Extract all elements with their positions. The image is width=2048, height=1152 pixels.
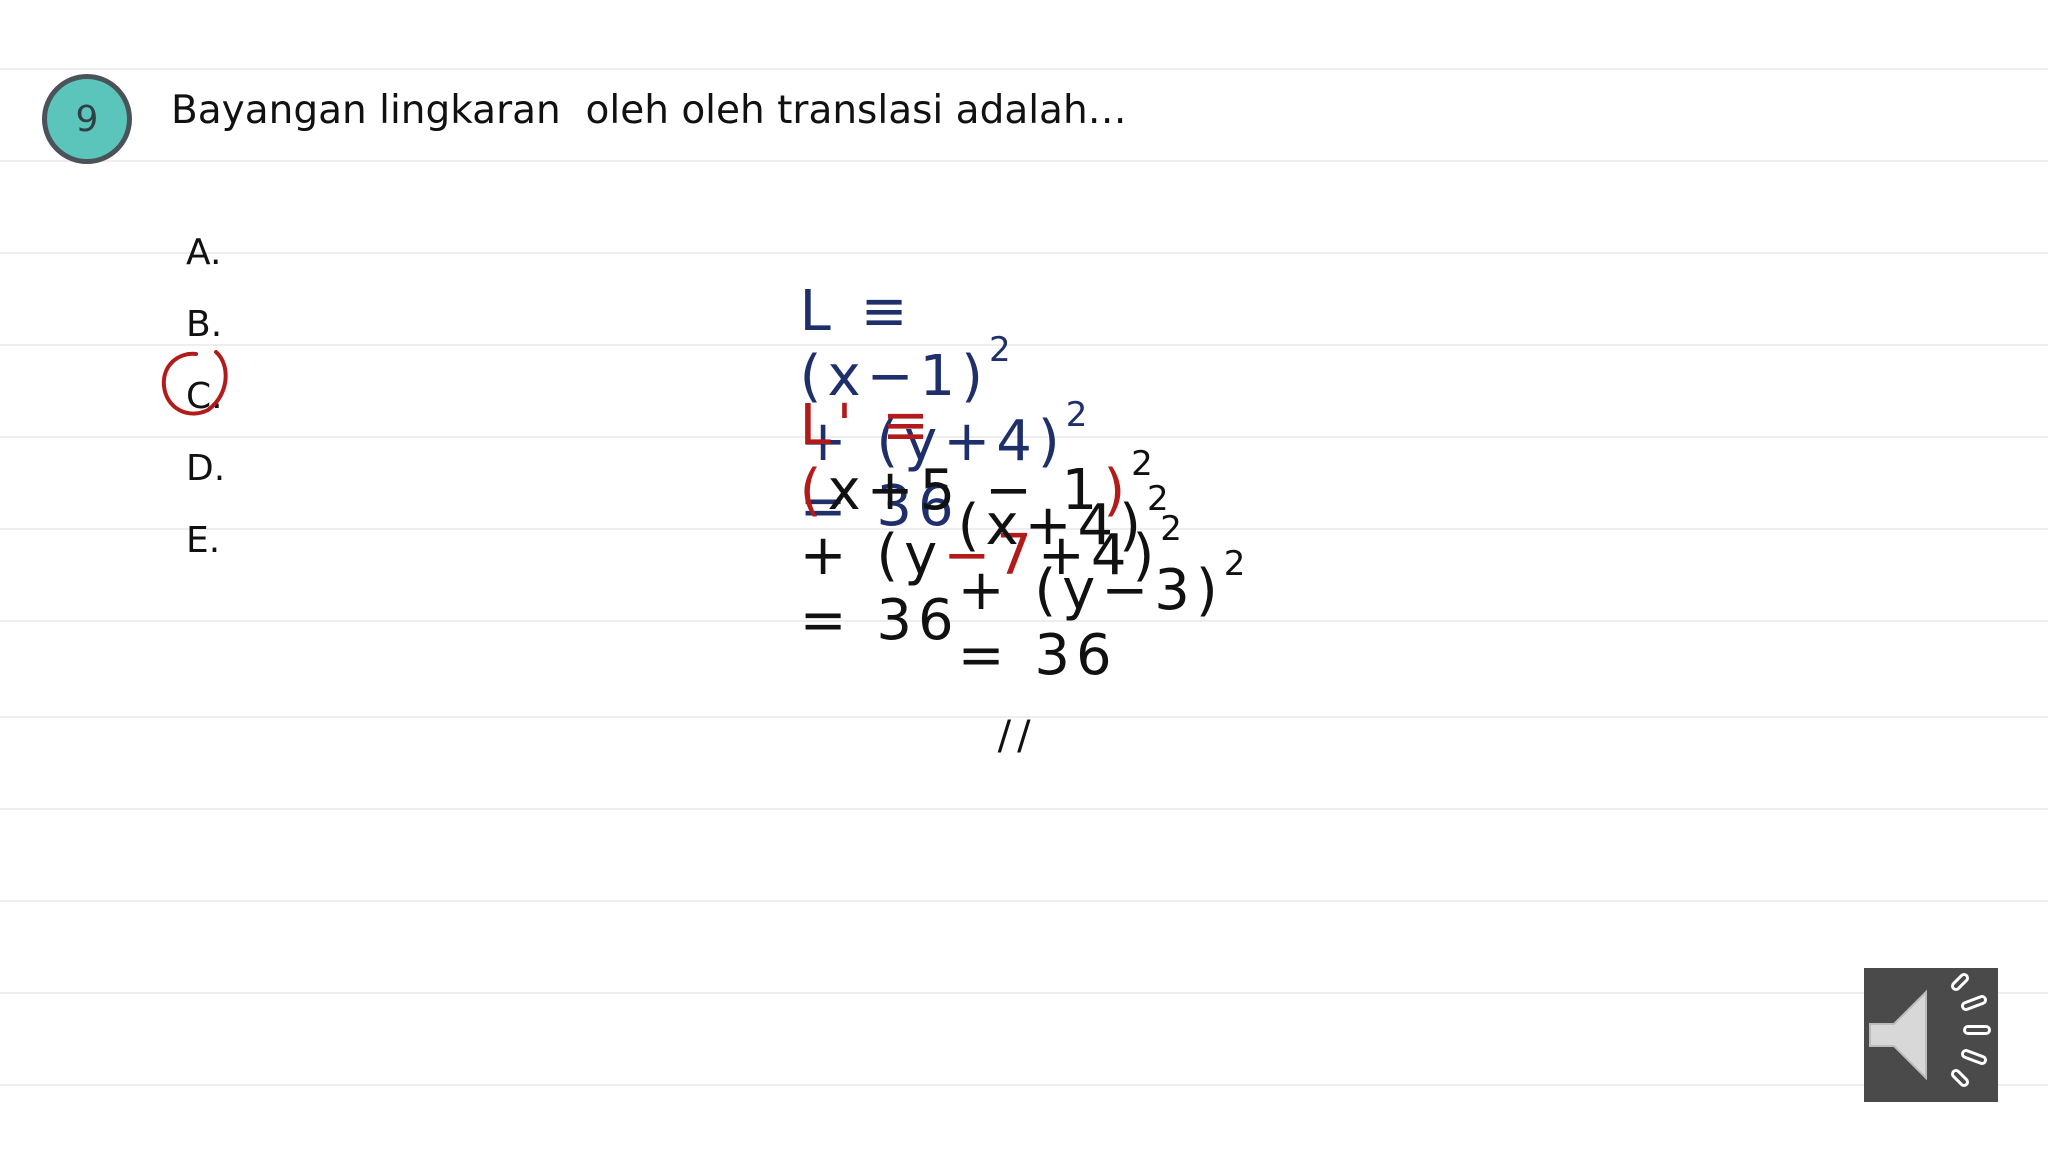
equation-line-3: (x+4)2 + (y−3)2 = 36 // bbox=[910, 428, 1252, 759]
ruled-line bbox=[0, 992, 2048, 994]
ruled-line bbox=[0, 900, 2048, 902]
eq2-open-paren: ( bbox=[799, 458, 828, 523]
option-a[interactable]: A. bbox=[186, 232, 221, 273]
question-number-badge: 9 bbox=[42, 74, 132, 164]
ruled-line bbox=[0, 160, 2048, 162]
eq3-term1: (x+4) bbox=[957, 493, 1147, 558]
eq3-end-mark: // bbox=[997, 713, 1037, 759]
eq3-exp1: 2 bbox=[1147, 479, 1175, 519]
option-b[interactable]: B. bbox=[186, 304, 222, 345]
option-e[interactable]: E. bbox=[186, 520, 220, 561]
option-d[interactable]: D. bbox=[186, 448, 225, 489]
eq3-term2: + (y−3) bbox=[957, 558, 1224, 623]
eq3-rhs: = 36 bbox=[957, 623, 1118, 688]
ruled-line bbox=[0, 68, 2048, 70]
ruled-line bbox=[0, 808, 2048, 810]
speaker-glyph bbox=[1869, 973, 1991, 1087]
ruled-line bbox=[0, 1084, 2048, 1086]
speaker-icon[interactable] bbox=[1864, 968, 1998, 1102]
eq3-exp2: 2 bbox=[1223, 544, 1252, 584]
answer-circle-mark bbox=[161, 350, 228, 416]
question-text: Bayangan lingkaran oleh oleh translasi a… bbox=[171, 88, 1127, 133]
question-number: 9 bbox=[75, 98, 99, 140]
